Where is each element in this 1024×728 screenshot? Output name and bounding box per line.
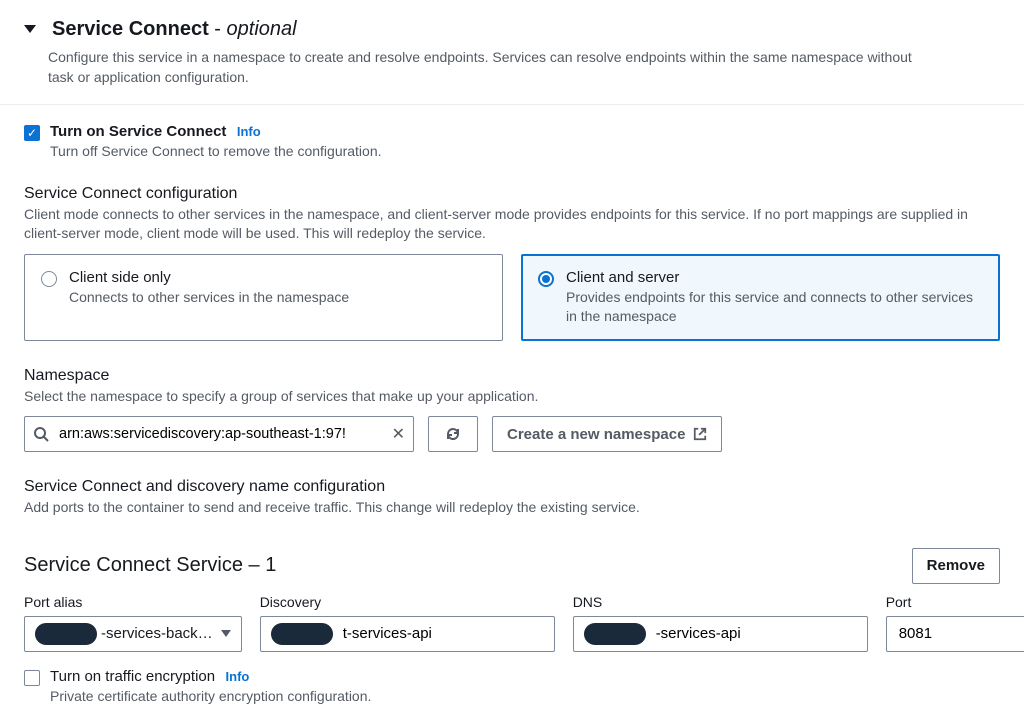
name-config-section: Service Connect and discovery name confi… [24,478,1000,518]
service-header: Service Connect Service – 1 Remove [24,548,1000,584]
panel-header: Service Connect - optional Configure thi… [0,0,1024,105]
turn-on-info-link[interactable]: Info [237,124,261,139]
config-option-client-server[interactable]: Client and server Provides endpoints for… [521,254,1000,341]
turn-on-service-connect-checkbox[interactable]: ✓ [24,125,40,141]
namespace-input[interactable] [57,425,384,443]
remove-service-button[interactable]: Remove [912,548,1000,584]
config-option-desc: Provides endpoints for this service and … [566,288,983,326]
namespace-section: Namespace Select the namespace to specif… [24,367,1000,453]
port-input-wrapper[interactable] [886,616,1024,652]
create-namespace-label: Create a new namespace [507,426,685,443]
config-section: Service Connect configuration Client mod… [24,185,1000,341]
radio-icon [41,271,57,287]
config-option-client-only[interactable]: Client side only Connects to other servi… [24,254,503,341]
config-title: Service Connect configuration [24,185,1000,203]
chevron-down-icon [221,630,231,637]
refresh-namespace-button[interactable] [428,416,478,452]
traffic-info-link[interactable]: Info [226,669,250,684]
redacted-segment [271,623,333,645]
turn-on-hint: Turn off Service Connect to remove the c… [50,143,382,159]
port-alias-select[interactable]: -services-back… [24,616,242,652]
dns-label: DNS [573,594,868,610]
discovery-label: Discovery [260,594,555,610]
name-config-desc: Add ports to the container to send and r… [24,498,1000,518]
remove-label: Remove [927,557,985,574]
port-alias-label: Port alias [24,594,242,610]
discovery-input[interactable] [341,624,544,643]
turn-on-row: ✓ Turn on Service Connect Info Turn off … [24,123,1000,159]
config-option-desc: Connects to other services in the namesp… [69,288,349,307]
external-link-icon [693,427,707,441]
check-icon: ✓ [27,127,37,139]
namespace-search[interactable]: ✕ [24,416,414,452]
discovery-input-wrapper[interactable] [260,616,555,652]
namespace-desc: Select the namespace to specify a group … [24,387,1000,407]
panel-title: Service Connect - optional [52,18,297,41]
port-label: Port [886,594,1024,610]
refresh-icon [445,426,461,442]
traffic-label: Turn on traffic encryption [50,668,215,685]
port-alias-value: -services-back… [101,625,213,642]
service-title: Service Connect Service – 1 [24,554,276,577]
dns-input[interactable] [654,624,857,643]
port-input[interactable] [897,624,1024,643]
clear-icon[interactable]: ✕ [392,424,405,444]
create-namespace-button[interactable]: Create a new namespace [492,416,722,452]
traffic-encryption-checkbox[interactable] [24,670,40,686]
namespace-title: Namespace [24,367,1000,385]
config-desc: Client mode connects to other services i… [24,205,1000,244]
panel-description: Configure this service in a namespace to… [48,47,928,88]
turn-on-label: Turn on Service Connect [50,123,226,140]
radio-icon [538,271,554,287]
traffic-hint: Private certificate authority encryption… [50,688,371,704]
panel-body: ✓ Turn on Service Connect Info Turn off … [0,105,1024,728]
search-icon [33,426,49,442]
panel-title-dash: - [209,18,227,40]
dns-input-wrapper[interactable] [573,616,868,652]
name-config-title: Service Connect and discovery name confi… [24,478,1000,496]
traffic-row: Turn on traffic encryption Info Private … [24,668,1000,704]
collapse-caret-icon[interactable] [24,25,36,33]
config-option-title: Client side only [69,269,349,286]
redacted-segment [584,623,646,645]
panel-title-optional: optional [227,18,297,40]
redacted-segment [35,623,97,645]
panel-title-main: Service Connect [52,18,209,40]
service-fields: Port alias -services-back… Discovery DNS [24,594,1000,652]
config-option-title: Client and server [566,269,983,286]
